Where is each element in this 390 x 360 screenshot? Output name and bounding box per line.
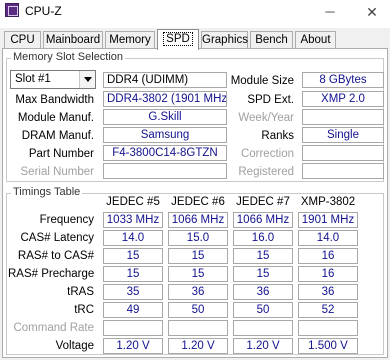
timings-row-label: tRC <box>74 304 94 316</box>
part-number-field: F4-3800C14-8GTZN <box>103 145 227 161</box>
correction-field <box>302 145 384 161</box>
timings-cell: 1901 MHz <box>298 212 358 228</box>
tab-bar: CPU Mainboard Memory SPD Graphics Bench … <box>0 28 390 50</box>
timings-cell: 1066 MHz <box>168 212 228 228</box>
timings-cell: 52 <box>298 302 358 318</box>
max-bandwidth-field: DDR4-3802 (1901 MHz) <box>103 91 227 107</box>
tab-label: Graphics <box>202 34 249 46</box>
slot-select-value: Slot #1 <box>15 73 51 85</box>
timings-row-label: Command Rate <box>13 322 94 334</box>
timings-cell: 49 <box>103 302 163 318</box>
timings-cell: 1.20 V <box>103 338 163 354</box>
timings-cell: 1033 MHz <box>103 212 163 228</box>
module-manuf-label: Module Manuf. <box>17 112 94 124</box>
max-bandwidth-label: Max Bandwidth <box>15 94 94 106</box>
tab-bench[interactable]: Bench <box>250 31 293 49</box>
tab-label: SPD <box>163 32 193 46</box>
memory-slot-group-title: Memory Slot Selection <box>11 51 126 63</box>
serial-number-field <box>103 163 227 179</box>
tab-label: Mainboard <box>45 34 101 46</box>
module-manuf-field: G.Skill <box>103 109 227 125</box>
tab-memory[interactable]: Memory <box>105 31 155 49</box>
tab-mainboard[interactable]: Mainboard <box>43 31 103 49</box>
module-size-field: 8 GBytes <box>302 72 384 88</box>
timings-cell: 50 <box>168 302 228 318</box>
timings-cell <box>233 320 293 336</box>
timings-cell: 14.0 <box>103 230 163 246</box>
tab-about[interactable]: About <box>295 31 336 49</box>
timings-column-header: JEDEC #6 <box>171 196 225 208</box>
timings-cell: 36 <box>298 284 358 300</box>
tab-graphics[interactable]: Graphics <box>201 31 248 49</box>
window-title: CPU-Z <box>25 4 62 18</box>
tab-label: About <box>300 34 331 46</box>
timings-cell: 36 <box>168 284 228 300</box>
timings-cell: 16.0 <box>233 230 293 246</box>
dram-manuf-label: DRAM Manuf. <box>21 130 94 142</box>
close-button[interactable]: ✕ <box>354 0 390 26</box>
memory-type-field: DDR4 (UDIMM) <box>103 72 227 88</box>
timings-cell: 1066 MHz <box>233 212 293 228</box>
cpuz-app-icon <box>5 3 19 17</box>
timings-cell <box>103 320 163 336</box>
timings-cell: 1.20 V <box>168 338 228 354</box>
minimize-button[interactable]: ─ <box>312 0 348 26</box>
tab-label: Bench <box>255 34 288 46</box>
timings-cell: 36 <box>233 284 293 300</box>
week-year-label: Week/Year <box>238 112 294 124</box>
timings-row-label: Frequency <box>39 214 94 226</box>
timings-cell <box>168 320 228 336</box>
ranks-label: Ranks <box>261 130 294 142</box>
ranks-field: Single <box>302 127 384 143</box>
registered-field <box>302 163 384 179</box>
timings-row-label: RAS# to CAS# <box>17 250 94 262</box>
tab-spd[interactable]: SPD <box>157 29 199 50</box>
timings-cell <box>298 320 358 336</box>
tab-label: Memory <box>109 34 151 46</box>
timings-cell: 16 <box>298 248 358 264</box>
serial-number-label: Serial Number <box>20 166 95 178</box>
timings-row-label: RAS# Precharge <box>8 268 95 280</box>
timings-cell: 15 <box>103 266 163 282</box>
correction-label: Correction <box>240 148 294 160</box>
timings-row-label: CAS# Latency <box>20 232 94 244</box>
timings-row-label: Voltage <box>55 340 94 352</box>
timings-group-title: Timings Table <box>11 186 83 198</box>
timings-row-label: tRAS <box>67 286 94 298</box>
timings-cell: 50 <box>233 302 293 318</box>
timings-column-header: XMP-3802 <box>300 196 356 208</box>
timings-cell: 15.0 <box>168 230 228 246</box>
timings-column-header: JEDEC #5 <box>106 196 160 208</box>
timings-cell: 14.0 <box>298 230 358 246</box>
slot-select[interactable]: Slot #1 <box>10 70 96 89</box>
timings-cell: 1.20 V <box>233 338 293 354</box>
timings-cell: 16 <box>298 266 358 282</box>
timings-cell: 1.500 V <box>298 338 358 354</box>
chevron-down-icon[interactable] <box>79 71 95 88</box>
timings-cell: 15 <box>168 248 228 264</box>
timings-cell: 15 <box>233 248 293 264</box>
spd-ext-label: SPD Ext. <box>247 94 294 106</box>
registered-label: Registered <box>238 166 294 178</box>
timings-cell: 15 <box>168 266 228 282</box>
spd-ext-field: XMP 2.0 <box>302 91 384 107</box>
dram-manuf-field: Samsung <box>103 127 227 143</box>
tab-cpu[interactable]: CPU <box>4 31 41 49</box>
title-bar: CPU-Z ─ ✕ <box>0 0 390 28</box>
timings-cell: 15 <box>233 266 293 282</box>
tab-label: CPU <box>10 34 35 46</box>
module-size-label: Module Size <box>230 75 294 87</box>
timings-cell: 35 <box>103 284 163 300</box>
week-year-field <box>302 109 384 125</box>
timings-cell: 15 <box>103 248 163 264</box>
timings-column-header: JEDEC #7 <box>236 196 290 208</box>
part-number-label: Part Number <box>28 148 94 160</box>
